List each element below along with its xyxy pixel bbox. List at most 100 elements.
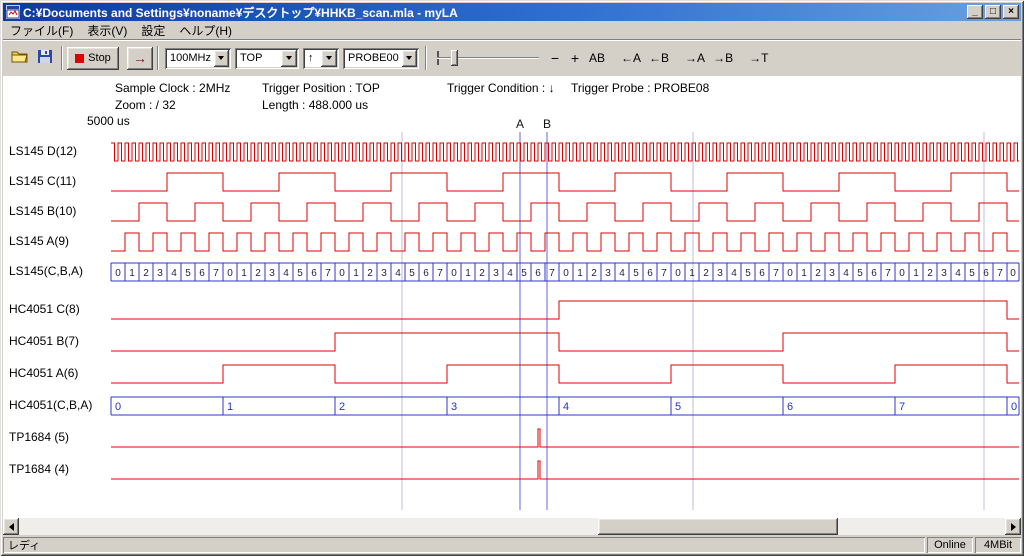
toolbar: Stop → 100MHz TOP ↑ PROBE00 − + <box>3 39 1021 76</box>
menu-settings[interactable]: 設定 <box>134 21 172 40</box>
svg-text:0: 0 <box>1011 401 1017 413</box>
svg-text:1: 1 <box>241 268 247 279</box>
svg-text:4: 4 <box>955 268 961 279</box>
menu-view[interactable]: 表示(V) <box>80 21 134 40</box>
svg-text:3: 3 <box>269 268 275 279</box>
svg-text:5: 5 <box>409 268 415 279</box>
maximize-button[interactable]: □ <box>985 5 1001 19</box>
waveform-channel <box>111 143 1019 161</box>
waveform-channel <box>111 173 1019 191</box>
svg-text:7: 7 <box>213 268 219 279</box>
svg-text:2: 2 <box>479 268 485 279</box>
trigger-position-value: TOP <box>235 52 281 64</box>
open-folder-icon <box>11 50 28 66</box>
trigger-position-select[interactable]: TOP <box>235 48 299 69</box>
svg-text:3: 3 <box>157 268 163 279</box>
svg-text:6: 6 <box>787 401 793 413</box>
chevron-down-icon[interactable] <box>402 50 417 67</box>
goto-marker-a-left-button[interactable]: ←A <box>617 47 645 69</box>
svg-text:0: 0 <box>115 268 121 279</box>
arrow-left-icon <box>5 523 14 531</box>
svg-text:2: 2 <box>143 268 149 279</box>
slider-thumb[interactable] <box>451 50 458 66</box>
chevron-down-icon[interactable] <box>214 50 229 67</box>
menu-help[interactable]: ヘルプ(H) <box>172 21 239 40</box>
svg-text:3: 3 <box>381 268 387 279</box>
svg-text:0: 0 <box>563 268 569 279</box>
goto-trigger-button[interactable]: →T <box>745 47 772 69</box>
close-button[interactable]: × <box>1003 5 1019 19</box>
toolbar-separator <box>157 46 159 70</box>
svg-text:0: 0 <box>675 268 681 279</box>
svg-text:4: 4 <box>395 268 401 279</box>
svg-text:4: 4 <box>283 268 289 279</box>
svg-text:3: 3 <box>941 268 947 279</box>
svg-text:0: 0 <box>1010 268 1016 279</box>
stop-button[interactable]: Stop <box>67 47 119 70</box>
sample-clock-select[interactable]: 100MHz <box>165 48 231 69</box>
statusbar: レディ Online 4MBit <box>3 536 1021 553</box>
svg-text:3: 3 <box>829 268 835 279</box>
status-message: レディ <box>3 537 925 553</box>
svg-text:1: 1 <box>353 268 359 279</box>
save-button[interactable] <box>32 47 57 70</box>
waveform-channel <box>111 301 1019 319</box>
scrollbar-thumb[interactable] <box>598 518 838 535</box>
goto-marker-a-right-button[interactable]: →A <box>681 47 709 69</box>
open-file-button[interactable] <box>7 47 32 70</box>
app-window: C:¥Documents and Settings¥noname¥デスクトップ¥… <box>0 0 1024 556</box>
titlebar[interactable]: C:¥Documents and Settings¥noname¥デスクトップ¥… <box>3 3 1021 21</box>
svg-text:4: 4 <box>843 268 849 279</box>
trigger-edge-value: ↑ <box>303 52 321 64</box>
trigger-probe-value: PROBE00 <box>343 52 402 64</box>
chevron-down-icon[interactable] <box>321 50 337 67</box>
scroll-right-button[interactable] <box>1005 518 1021 535</box>
svg-text:3: 3 <box>605 268 611 279</box>
svg-text:5: 5 <box>521 268 527 279</box>
goto-marker-b-right-button[interactable]: →B <box>709 47 737 69</box>
svg-text:3: 3 <box>717 268 723 279</box>
svg-text:7: 7 <box>773 268 779 279</box>
waveform-channel <box>111 233 1019 251</box>
zoom-out-button[interactable]: − <box>545 47 565 69</box>
run-button[interactable]: → <box>127 47 153 70</box>
svg-text:1: 1 <box>913 268 919 279</box>
trigger-probe-select[interactable]: PROBE00 <box>343 48 419 69</box>
menu-file[interactable]: ファイル(F) <box>3 21 80 40</box>
floppy-disk-icon <box>38 50 52 66</box>
svg-text:4: 4 <box>563 401 569 413</box>
horizontal-scrollbar[interactable] <box>3 518 1021 535</box>
scroll-left-button[interactable] <box>3 518 19 535</box>
minimize-button[interactable]: _ <box>967 5 983 19</box>
waveform-svg[interactable]: AB01234567012345670123456701234567012345… <box>3 76 1021 518</box>
status-online: Online <box>927 537 973 553</box>
svg-text:2: 2 <box>591 268 597 279</box>
svg-text:7: 7 <box>997 268 1003 279</box>
svg-text:4: 4 <box>731 268 737 279</box>
zoom-slider[interactable] <box>437 46 539 70</box>
svg-text:5: 5 <box>857 268 863 279</box>
svg-text:6: 6 <box>871 268 877 279</box>
svg-text:7: 7 <box>549 268 555 279</box>
svg-text:0: 0 <box>339 268 345 279</box>
chevron-down-icon[interactable] <box>281 50 297 67</box>
trigger-edge-select[interactable]: ↑ <box>303 48 339 69</box>
ab-markers-button[interactable]: AB <box>585 47 609 69</box>
waveform-channel <box>111 429 1019 447</box>
svg-text:5: 5 <box>969 268 975 279</box>
svg-text:5: 5 <box>633 268 639 279</box>
svg-text:0: 0 <box>115 401 121 413</box>
menubar: ファイル(F) 表示(V) 設定 ヘルプ(H) <box>3 21 1021 39</box>
waveform-channel <box>111 333 1019 351</box>
svg-text:0: 0 <box>899 268 905 279</box>
svg-text:7: 7 <box>661 268 667 279</box>
svg-text:2: 2 <box>703 268 709 279</box>
svg-text:1: 1 <box>129 268 135 279</box>
bus-row: 012345670 <box>111 397 1019 415</box>
svg-text:7: 7 <box>437 268 443 279</box>
svg-text:6: 6 <box>647 268 653 279</box>
goto-marker-b-left-button[interactable]: ←B <box>645 47 673 69</box>
svg-text:7: 7 <box>899 401 905 413</box>
sample-clock-value: 100MHz <box>165 52 214 64</box>
zoom-in-button[interactable]: + <box>565 47 585 69</box>
